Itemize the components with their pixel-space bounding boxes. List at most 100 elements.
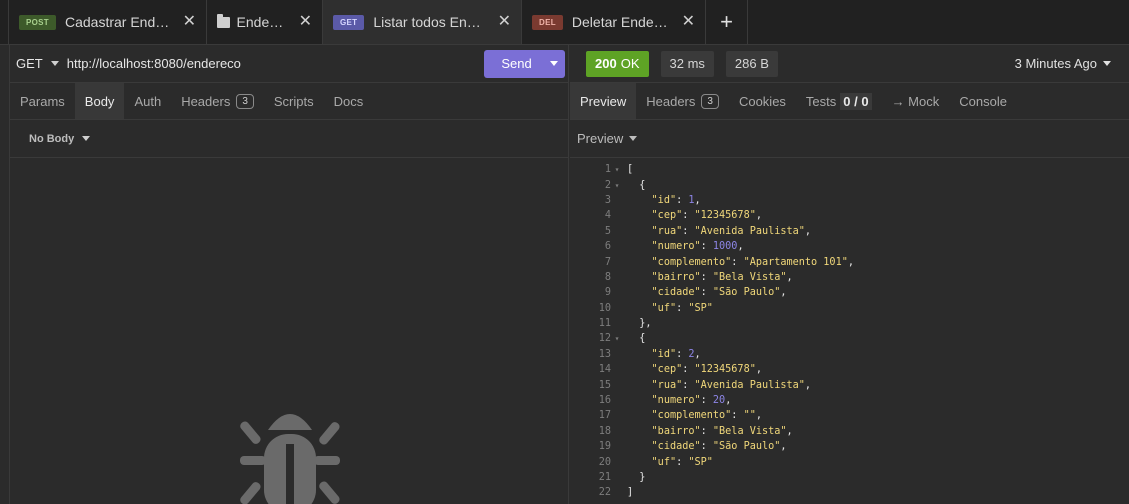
json-key: "cidade": [651, 441, 701, 453]
tab-headers[interactable]: Headers 3: [171, 83, 264, 119]
status-code: 200: [595, 56, 617, 71]
tab-label: Cadastrar Endereco: [64, 14, 171, 30]
json-string: "SP": [688, 456, 713, 468]
json-key: "cep": [651, 364, 683, 376]
json-punct: }: [627, 472, 646, 483]
line-number: 3: [604, 194, 611, 206]
close-icon[interactable]: ✕: [183, 14, 196, 30]
line-number: 6: [604, 241, 611, 253]
code-text: "numero": 1000,: [623, 241, 744, 252]
code-line: 6 "numero": 1000,: [570, 239, 1129, 254]
tab-body[interactable]: Body: [74, 83, 125, 119]
headers-count-badge: 3: [236, 93, 254, 109]
tab-tests[interactable]: Tests 0 / 0: [796, 83, 882, 119]
json-punct: ,: [780, 441, 787, 453]
response-body-viewer[interactable]: 1 ▾[2 ▾ {3 "id": 1, 4 "cep": "12345678", 5 "…: [570, 162, 1129, 501]
code-line: 12 ▾ {: [570, 331, 1129, 346]
request-subtabs: Params Body Auth Headers 3 Scripts Docs: [10, 83, 568, 120]
preview-mode-select[interactable]: Preview: [570, 120, 1129, 158]
line-number: 16: [598, 395, 611, 407]
tab-mock[interactable]: → Mock: [882, 83, 950, 119]
code-text: "bairro": "Bela Vista",: [623, 426, 793, 437]
line-number: 17: [598, 410, 611, 422]
code-line: 18 "bairro": "Bela Vista",: [570, 424, 1129, 439]
code-line: 5 "rua": "Avenida Paulista",: [570, 224, 1129, 239]
json-string: "São Paulo": [712, 441, 781, 453]
tab-params-label: Params: [20, 93, 65, 109]
tab-console[interactable]: Console: [949, 83, 1017, 119]
code-text: "uf": "SP": [623, 303, 713, 314]
close-icon[interactable]: ✕: [682, 14, 695, 30]
code-line: 17 "complemento": "",: [570, 408, 1129, 423]
tab-docs-label: Docs: [333, 93, 364, 109]
line-number: 11: [598, 318, 611, 330]
send-button-label: Send: [501, 56, 532, 71]
json-string: "Apartamento 101": [743, 256, 848, 268]
tests-count: 0 / 0: [840, 92, 872, 110]
add-tab-button[interactable]: +: [706, 0, 748, 44]
tab-deletar-endereco[interactable]: DEL Deletar Endereco ✕: [522, 0, 706, 44]
url-input[interactable]: http://localhost:8080/endereco: [67, 56, 484, 71]
fold-toggle-icon[interactable]: ▾: [611, 334, 623, 343]
json-string: "SP": [688, 302, 713, 314]
tab-preview[interactable]: Preview: [570, 83, 637, 119]
tab-endereco-folder[interactable]: Endereco ✕: [207, 0, 323, 44]
fold-toggle-icon[interactable]: ▾: [611, 165, 623, 174]
response-headers-count-badge: 3: [701, 93, 719, 109]
status-text: OK: [620, 56, 640, 71]
json-string: "12345678": [694, 364, 756, 376]
tab-scripts-label: Scripts: [273, 93, 314, 109]
tab-listar-todos-enderecos[interactable]: GET Listar todos Ender... ✕: [323, 0, 522, 44]
code-line: 20 "uf": "SP": [570, 454, 1129, 469]
json-punct: :: [682, 379, 695, 391]
tab-console-label: Console: [959, 93, 1007, 109]
tab-auth[interactable]: Auth: [124, 83, 171, 119]
chevron-down-icon: [550, 61, 558, 66]
code-text: "cep": "12345678",: [623, 210, 762, 221]
response-subtabs: Preview Headers 3 Cookies Tests 0 / 0 → Mo…: [570, 83, 1129, 120]
code-text: "numero": 20,: [623, 395, 732, 406]
json-punct: :: [700, 287, 713, 299]
json-string: "12345678": [694, 210, 756, 222]
response-history-select[interactable]: 3 Minutes Ago: [1015, 56, 1111, 71]
json-punct: {: [627, 179, 646, 191]
fold-toggle-icon[interactable]: ▾: [611, 181, 623, 190]
body-type-select[interactable]: No Body: [10, 120, 568, 158]
code-text: },: [623, 318, 651, 329]
json-punct: ,: [737, 241, 744, 253]
close-icon[interactable]: ✕: [498, 14, 511, 30]
http-method-select[interactable]: GET: [16, 56, 59, 71]
response-age: 3 Minutes Ago: [1014, 56, 1097, 71]
line-number: 20: [598, 456, 611, 468]
line-number: 14: [598, 364, 611, 376]
json-key: "cep": [651, 210, 683, 222]
close-icon[interactable]: ✕: [299, 14, 312, 30]
tab-cookies[interactable]: Cookies: [729, 83, 796, 119]
line-number: 9: [604, 287, 611, 299]
json-string: "": [743, 410, 756, 422]
line-number: 1: [604, 164, 611, 176]
tab-docs[interactable]: Docs: [324, 83, 374, 119]
tab-cadastrar-endereco[interactable]: POST Cadastrar Endereco ✕: [9, 0, 207, 44]
tab-scripts[interactable]: Scripts: [264, 83, 324, 119]
body-type-value: No Body: [29, 132, 75, 145]
send-options-dropdown[interactable]: [543, 61, 565, 66]
json-punct: :: [682, 210, 695, 222]
code-line: 8 "bairro": "Bela Vista",: [570, 270, 1129, 285]
json-punct: [627, 241, 652, 252]
method-badge-get: GET: [333, 14, 365, 30]
tab-response-headers[interactable]: Headers 3: [636, 83, 729, 119]
json-punct: ,: [804, 379, 812, 391]
tab-headers-label: Headers: [181, 93, 231, 109]
tab-params[interactable]: Params: [10, 83, 75, 119]
line-number: 13: [598, 348, 611, 360]
tab-label: Deletar Endereco: [571, 14, 670, 30]
send-button[interactable]: Send: [484, 49, 565, 78]
tab-preview-label: Preview: [580, 93, 627, 109]
json-number: 1000: [712, 241, 738, 253]
status-badge: 200 OK: [586, 50, 649, 77]
url-bar: GET http://localhost:8080/endereco Send: [10, 45, 568, 83]
json-punct: :: [682, 364, 695, 376]
chevron-down-icon: [1103, 61, 1111, 66]
line-number: 21: [598, 472, 611, 483]
